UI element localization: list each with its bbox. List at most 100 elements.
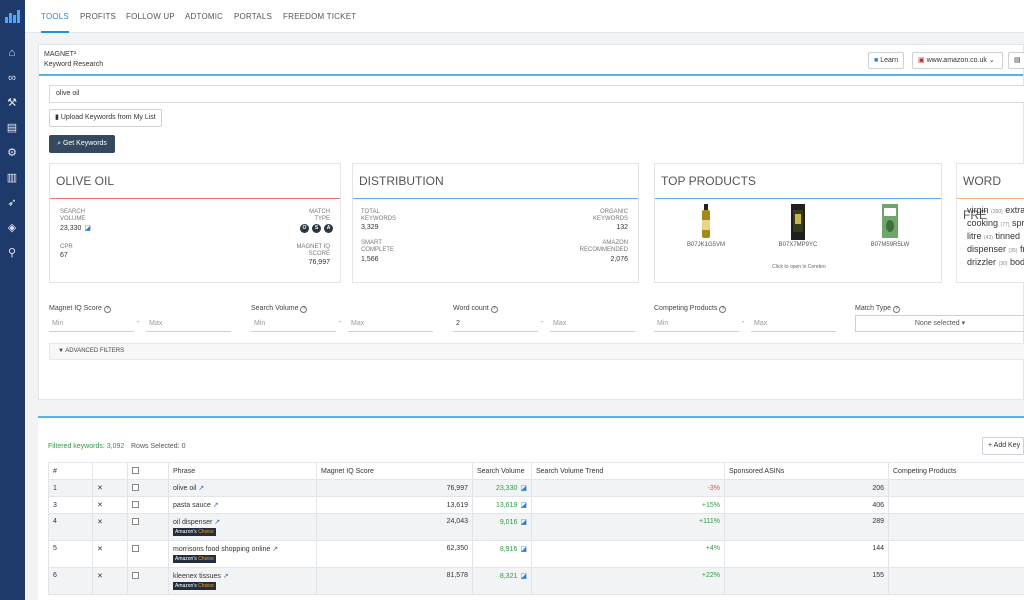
chart-button[interactable]: ▤ xyxy=(1008,52,1024,69)
product-asin-2[interactable]: B07X7MP9YC xyxy=(768,242,828,248)
match-badge-a: A xyxy=(324,224,333,233)
iq-max-input[interactable]: Max xyxy=(146,317,231,332)
word-freq-row: virgin (260) extra xyxy=(967,205,1024,215)
select-all-checkbox[interactable] xyxy=(132,466,139,474)
product-asin-1[interactable]: B07JK1G5VM xyxy=(676,242,736,248)
upload-keywords-button[interactable]: ▮ Upload Keywords from My List xyxy=(49,109,162,127)
row-checkbox[interactable] xyxy=(127,479,169,497)
help-icon[interactable]: ? xyxy=(893,306,901,313)
graduation-icon[interactable]: ◈ xyxy=(5,221,19,235)
search-volume-cell: 8,321 ◪ xyxy=(472,567,532,595)
tab-tools[interactable]: TOOLS xyxy=(41,0,69,33)
smart-complete-label: SMART COMPLETE xyxy=(361,240,395,253)
learn-button[interactable]: ■ Learn xyxy=(868,52,905,69)
pin-icon[interactable]: ⚲ xyxy=(5,246,19,260)
tab-adtomic[interactable]: ADTOMIC xyxy=(185,0,223,33)
chart-icon[interactable]: ▥ xyxy=(5,171,19,185)
logo-icon[interactable] xyxy=(5,9,20,23)
table-header: # Phrase Magnet IQ Score Search Volume S… xyxy=(48,462,1024,480)
filter-cp-label: Competing Products? xyxy=(654,305,727,313)
add-keywords-button[interactable]: + Add Key xyxy=(982,437,1024,455)
amazon-recommended-value: 2,076 xyxy=(610,256,628,263)
cpr-label: CPR xyxy=(60,244,73,250)
external-link-icon[interactable]: ↗ xyxy=(272,546,278,553)
product-image-2[interactable] xyxy=(789,204,807,240)
marketplace-select[interactable]: ▣ www.amazon.co.uk ⌄ xyxy=(912,52,1003,69)
help-icon[interactable]: ? xyxy=(490,306,498,313)
range-dash: - xyxy=(137,319,140,326)
col-iq-score[interactable]: Magnet IQ Score xyxy=(316,462,473,480)
external-link-icon[interactable]: ↗ xyxy=(214,519,220,526)
sv-min-input[interactable]: Min xyxy=(251,317,336,332)
wc-min-input[interactable]: 2 xyxy=(453,317,538,332)
col-competing-products[interactable]: Competing Products xyxy=(888,462,1024,480)
col-phrase[interactable]: Phrase xyxy=(168,462,317,480)
external-link-icon[interactable]: ↗ xyxy=(198,485,204,492)
tab-follow-up[interactable]: FOLLOW UP xyxy=(126,0,175,33)
caret-down-icon: ▾ xyxy=(961,320,966,327)
iq-score-cell: 24,043 xyxy=(316,513,473,541)
product-asin-3[interactable]: B07M59R5LW xyxy=(860,242,920,248)
product-image-3[interactable] xyxy=(881,204,899,240)
help-icon[interactable]: ? xyxy=(300,306,308,313)
keyword-summary-card: OLIVE OIL SEARCH VOLUME 23,330 ◪ MATCH TY… xyxy=(49,163,341,283)
phrase-cell[interactable]: olive oil ↗ xyxy=(168,479,317,497)
remove-icon[interactable]: ✕ xyxy=(92,496,128,514)
remove-icon[interactable]: ✕ xyxy=(92,540,128,568)
get-keywords-button[interactable]: ⌕ Get Keywords xyxy=(49,135,115,153)
iq-min-input[interactable]: Min xyxy=(49,317,134,332)
remove-icon[interactable]: ✕ xyxy=(92,567,128,595)
col-select-all[interactable] xyxy=(127,462,169,480)
keyword-input[interactable]: olive oil xyxy=(49,85,1024,103)
table-row: 3 ✕ pasta sauce ↗ 13,619 13,619 ◪ +15% 40… xyxy=(48,496,1024,514)
remove-icon[interactable]: ✕ xyxy=(92,513,128,541)
chart-icon: ▤ xyxy=(1014,57,1021,64)
cp-min-input[interactable]: Min xyxy=(654,317,739,332)
tab-portals[interactable]: PORTALS xyxy=(234,0,272,33)
phrase-cell[interactable]: pasta sauce ↗ xyxy=(168,496,317,514)
help-icon[interactable]: ? xyxy=(719,306,727,313)
trend-chart-icon[interactable]: ◪ xyxy=(520,546,527,553)
sv-max-input[interactable]: Max xyxy=(348,317,433,332)
organic-keywords-value: 132 xyxy=(616,224,628,231)
trend-chart-icon[interactable]: ◪ xyxy=(520,573,527,580)
binoculars-icon[interactable]: ∞ xyxy=(5,71,19,85)
row-checkbox[interactable] xyxy=(127,567,169,595)
trend-chart-icon[interactable]: ◪ xyxy=(520,502,527,509)
remove-icon[interactable]: ✕ xyxy=(92,479,128,497)
phrase-cell[interactable]: kleenex tissues ↗ Amazon's Choice xyxy=(168,567,317,595)
advanced-filters-toggle[interactable]: ▼ ADVANCED FILTERS xyxy=(49,343,1024,360)
row-checkbox[interactable] xyxy=(127,513,169,541)
match-type-select[interactable]: None selected ▾ xyxy=(855,315,1024,332)
gears-icon[interactable]: ⚙ xyxy=(5,146,19,160)
external-link-icon[interactable]: ↗ xyxy=(223,573,229,580)
cp-max-input[interactable]: Max xyxy=(751,317,836,332)
document-icon[interactable]: ▤ xyxy=(5,121,19,135)
row-index: 3 xyxy=(48,496,93,514)
col-sponsored-asins[interactable]: Sponsored ASINs xyxy=(724,462,889,480)
iq-score-cell: 62,350 xyxy=(316,540,473,568)
phrase-cell[interactable]: oil dispenser ↗ Amazon's Choice xyxy=(168,513,317,541)
col-remove xyxy=(92,462,128,480)
external-link-icon[interactable]: ↗ xyxy=(213,502,219,509)
row-checkbox[interactable] xyxy=(127,540,169,568)
col-index[interactable]: # xyxy=(48,462,93,480)
tab-profits[interactable]: PROFITS xyxy=(80,0,116,33)
tab-freedom-ticket[interactable]: FREEDOM TICKET xyxy=(283,0,356,33)
trend-chart-icon[interactable]: ◪ xyxy=(520,519,527,526)
rocket-icon[interactable]: ➶ xyxy=(5,196,19,210)
phrase-cell[interactable]: morrisons food shopping online ↗ Amazon's… xyxy=(168,540,317,568)
trend-chart-icon[interactable]: ◪ xyxy=(520,485,527,492)
competing-products-cell xyxy=(888,540,1024,568)
filter-mt-label: Match Type? xyxy=(855,305,901,313)
col-sv-trend[interactable]: Search Volume Trend xyxy=(531,462,725,480)
col-search-volume[interactable]: Search Volume xyxy=(472,462,532,480)
row-checkbox[interactable] xyxy=(127,496,169,514)
tools-icon[interactable]: ⚒ xyxy=(5,96,19,110)
trend-chart-icon[interactable]: ◪ xyxy=(84,225,91,232)
product-image-1[interactable] xyxy=(697,204,715,240)
wc-max-input[interactable]: Max xyxy=(550,317,635,332)
help-icon[interactable]: ? xyxy=(103,306,111,313)
home-icon[interactable]: ⌂ xyxy=(5,46,19,60)
panel-header: MAGNET² Keyword Research ■ Learn ▣ www.a… xyxy=(39,45,1024,76)
